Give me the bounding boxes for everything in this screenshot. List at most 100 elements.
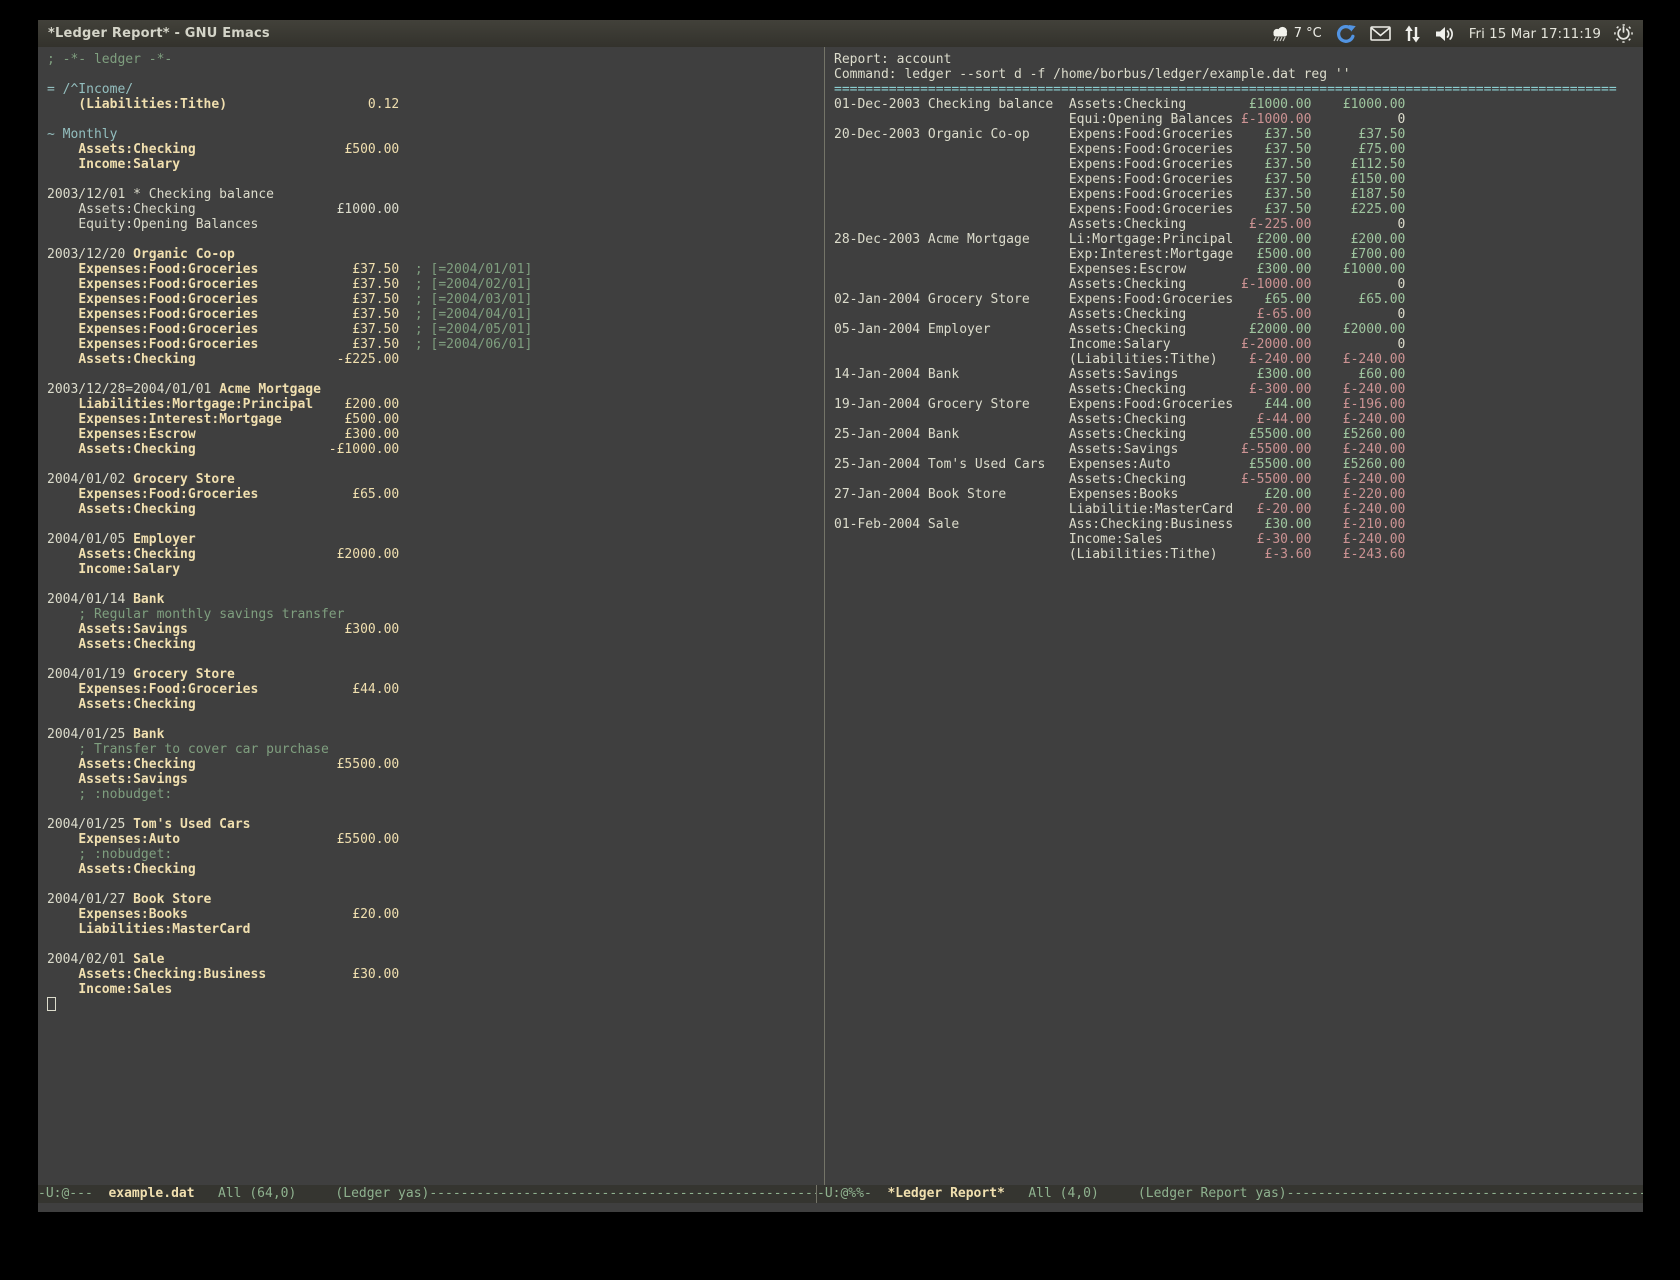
posting-comment-line[interactable]: ; Regular monthly savings transfer	[47, 607, 824, 622]
transaction-header-line[interactable]: 2004/01/19 Grocery Store	[47, 667, 824, 682]
register-row[interactable]: Assets:Checking £-300.00 £-240.00	[834, 382, 1643, 397]
register-row[interactable]: Expens:Food:Groceries £37.50 £150.00	[834, 172, 1643, 187]
buffer-line[interactable]	[47, 112, 824, 127]
ledger-source-pane[interactable]: ; -*- ledger -*- = /^Income/ (Liabilities…	[38, 47, 825, 1185]
posting-line[interactable]: Assets:Savings	[47, 772, 824, 787]
posting-line[interactable]: Liabilities:Mortgage:Principal £200.00	[47, 397, 824, 412]
register-row[interactable]: Expens:Food:Groceries £37.50 £187.50	[834, 187, 1643, 202]
posting-line[interactable]: Expenses:Auto £5500.00	[47, 832, 824, 847]
report-title-line[interactable]: Report: account	[834, 52, 1643, 67]
transaction-header-line[interactable]: 2003/12/20 Organic Co-op	[47, 247, 824, 262]
register-row[interactable]: Income:Sales £-30.00 £-240.00	[834, 532, 1643, 547]
buffer-line[interactable]	[47, 712, 824, 727]
update-applet[interactable]	[1335, 23, 1357, 45]
register-row[interactable]: Liabilitie:MasterCard £-20.00 £-240.00	[834, 502, 1643, 517]
buffer-line[interactable]	[47, 577, 824, 592]
posting-line[interactable]: Assets:Checking	[47, 862, 824, 877]
posting-comment-line[interactable]: ; :nobudget:	[47, 847, 824, 862]
register-row[interactable]: 14-Jan-2004 Bank Assets:Savings £300.00 …	[834, 367, 1643, 382]
register-row[interactable]: Expenses:Escrow £300.00 £1000.00	[834, 262, 1643, 277]
register-row[interactable]: 27-Jan-2004 Book Store Expenses:Books £2…	[834, 487, 1643, 502]
posting-line[interactable]: Assets:Checking -£1000.00	[47, 442, 824, 457]
register-row[interactable]: Assets:Checking £-1000.00 0	[834, 277, 1643, 292]
report-command-line[interactable]: Command: ledger --sort d -f /home/borbus…	[834, 67, 1643, 82]
posting-line[interactable]: Assets:Checking -£225.00	[47, 352, 824, 367]
register-row[interactable]: Assets:Checking £-5500.00 £-240.00	[834, 472, 1643, 487]
register-row[interactable]: Income:Salary £-2000.00 0	[834, 337, 1643, 352]
echo-area[interactable]	[38, 1203, 1643, 1212]
posting-line[interactable]: Assets:Checking £1000.00	[47, 202, 824, 217]
buffer-line[interactable]	[47, 802, 824, 817]
modeline-buffer-name[interactable]: example.dat	[108, 1186, 194, 1201]
session-menu[interactable]	[1614, 24, 1633, 43]
transaction-header-line[interactable]: 2004/01/14 Bank	[47, 592, 824, 607]
transaction-header-line[interactable]: 2003/12/28=2004/01/01 Acme Mortgage	[47, 382, 824, 397]
posting-line[interactable]: Expenses:Food:Groceries £37.50 ; [=2004/…	[47, 292, 824, 307]
periodic-xact-line[interactable]: ~ Monthly	[47, 127, 824, 142]
transaction-header-line[interactable]: 2003/12/01 * Checking balance	[47, 187, 824, 202]
mail-applet[interactable]	[1370, 26, 1391, 41]
buffer-line[interactable]	[47, 172, 824, 187]
posting-line[interactable]: Assets:Checking	[47, 637, 824, 652]
posting-line[interactable]: Assets:Checking £5500.00	[47, 757, 824, 772]
posting-line[interactable]: Assets:Checking:Business £30.00	[47, 967, 824, 982]
posting-line[interactable]: Equity:Opening Balances	[47, 217, 824, 232]
register-row[interactable]: 25-Jan-2004 Tom's Used Cars Expenses:Aut…	[834, 457, 1643, 472]
register-row[interactable]: 20-Dec-2003 Organic Co-op Expens:Food:Gr…	[834, 127, 1643, 142]
posting-line[interactable]: Expenses:Interest:Mortgage £500.00	[47, 412, 824, 427]
posting-line[interactable]: Assets:Checking £2000.00	[47, 547, 824, 562]
transaction-header-line[interactable]: 2004/01/27 Book Store	[47, 892, 824, 907]
posting-line[interactable]: (Liabilities:Tithe) 0.12	[47, 97, 824, 112]
posting-line[interactable]: Assets:Checking £500.00	[47, 142, 824, 157]
posting-line[interactable]: Expenses:Food:Groceries £65.00	[47, 487, 824, 502]
posting-line[interactable]: Expenses:Food:Groceries £37.50 ; [=2004/…	[47, 277, 824, 292]
ledger-report-pane[interactable]: Report: accountCommand: ledger --sort d …	[825, 47, 1643, 1185]
transaction-header-line[interactable]: 2004/02/01 Sale	[47, 952, 824, 967]
posting-comment-line[interactable]: ; :nobudget:	[47, 787, 824, 802]
window-titlebar[interactable]: *Ledger Report* - GNU Emacs 7 °C	[38, 20, 1643, 47]
posting-line[interactable]: Assets:Checking	[47, 697, 824, 712]
posting-line[interactable]: Expenses:Food:Groceries £37.50 ; [=2004/…	[47, 307, 824, 322]
modeline-source[interactable]: -U:@--- example.dat All (64,0) (Ledger y…	[38, 1185, 817, 1203]
modeline-report[interactable]: -U:@%%- *Ledger Report* All (4,0) (Ledge…	[817, 1185, 1643, 1203]
register-row[interactable]: Assets:Checking £-225.00 0	[834, 217, 1643, 232]
cursor-line[interactable]	[47, 997, 824, 1012]
register-row[interactable]: Assets:Checking £-65.00 0	[834, 307, 1643, 322]
register-row[interactable]: Assets:Checking £-44.00 £-240.00	[834, 412, 1643, 427]
register-row[interactable]: Expens:Food:Groceries £37.50 £225.00	[834, 202, 1643, 217]
buffer-line[interactable]	[47, 367, 824, 382]
buffer-line[interactable]	[47, 457, 824, 472]
register-row[interactable]: Expens:Food:Groceries £37.50 £112.50	[834, 157, 1643, 172]
posting-line[interactable]: Assets:Checking	[47, 502, 824, 517]
automated-xact-line[interactable]: = /^Income/	[47, 82, 824, 97]
posting-line[interactable]: Income:Salary	[47, 562, 824, 577]
register-row[interactable]: Assets:Savings £-5500.00 £-240.00	[834, 442, 1643, 457]
register-row[interactable]: 02-Jan-2004 Grocery Store Expens:Food:Gr…	[834, 292, 1643, 307]
file-comment-line[interactable]: ; -*- ledger -*-	[47, 52, 824, 67]
buffer-line[interactable]	[47, 877, 824, 892]
posting-line[interactable]: Income:Sales	[47, 982, 824, 997]
buffer-line[interactable]	[47, 937, 824, 952]
buffer-line[interactable]	[47, 517, 824, 532]
register-row[interactable]: 05-Jan-2004 Employer Assets:Checking £20…	[834, 322, 1643, 337]
register-row[interactable]: Exp:Interest:Mortgage £500.00 £700.00	[834, 247, 1643, 262]
posting-line[interactable]: Expenses:Food:Groceries £37.50 ; [=2004/…	[47, 322, 824, 337]
weather-applet[interactable]: 7 °C	[1270, 25, 1322, 43]
register-row[interactable]: 25-Jan-2004 Bank Assets:Checking £5500.0…	[834, 427, 1643, 442]
posting-line[interactable]: Liabilities:MasterCard	[47, 922, 824, 937]
posting-line[interactable]: Income:Salary	[47, 157, 824, 172]
register-row[interactable]: Expens:Food:Groceries £37.50 £75.00	[834, 142, 1643, 157]
register-row[interactable]: 28-Dec-2003 Acme Mortgage Li:Mortgage:Pr…	[834, 232, 1643, 247]
posting-line[interactable]: Expenses:Food:Groceries £37.50 ; [=2004/…	[47, 262, 824, 277]
transaction-header-line[interactable]: 2004/01/25 Tom's Used Cars	[47, 817, 824, 832]
transaction-header-line[interactable]: 2004/01/25 Bank	[47, 727, 824, 742]
transaction-header-line[interactable]: 2004/01/02 Grocery Store	[47, 472, 824, 487]
posting-line[interactable]: Expenses:Food:Groceries £37.50 ; [=2004/…	[47, 337, 824, 352]
register-row[interactable]: 01-Feb-2004 Sale Ass:Checking:Business £…	[834, 517, 1643, 532]
posting-comment-line[interactable]: ; Transfer to cover car purchase	[47, 742, 824, 757]
buffer-line[interactable]	[47, 232, 824, 247]
buffer-line[interactable]	[47, 652, 824, 667]
posting-line[interactable]: Expenses:Escrow £300.00	[47, 427, 824, 442]
register-row[interactable]: (Liabilities:Tithe) £-3.60 £-243.60	[834, 547, 1643, 562]
modeline-buffer-name[interactable]: *Ledger Report*	[887, 1186, 1004, 1201]
